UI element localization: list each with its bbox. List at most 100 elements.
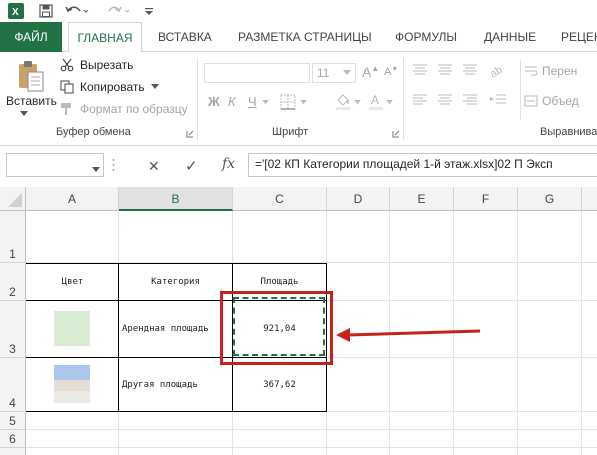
color-swatch-green[interactable] <box>54 311 90 346</box>
insert-function-icon[interactable]: fx <box>222 156 235 172</box>
enter-icon[interactable]: ✓ <box>185 157 198 175</box>
format-painter-button[interactable]: Формат по образцу <box>60 100 188 118</box>
row-header-2[interactable]: 2 <box>0 263 26 301</box>
column-header-e[interactable]: E <box>390 187 454 211</box>
undo-icon[interactable] <box>64 2 90 20</box>
redo-icon[interactable] <box>106 2 132 20</box>
column-header-b[interactable]: B <box>119 187 233 211</box>
column-header-h[interactable] <box>582 187 597 211</box>
paste-icon[interactable] <box>12 58 48 94</box>
area-cell[interactable]: 367,62 <box>233 358 326 411</box>
row-header-4[interactable]: 4 <box>0 358 26 412</box>
column-header-g[interactable]: G <box>518 187 582 211</box>
font-launcher-icon[interactable] <box>392 130 400 138</box>
excel-logo-icon: X <box>6 2 26 20</box>
align-right-icon[interactable] <box>461 92 479 108</box>
tab-formulas[interactable]: ФОРМУЛЫ <box>395 22 457 52</box>
paste-dropdown-icon[interactable] <box>20 110 28 118</box>
orientation-icon[interactable]: ab <box>488 62 508 78</box>
underline-dropdown-icon[interactable] <box>262 100 269 105</box>
row-header-5[interactable]: 5 <box>0 412 26 430</box>
wrap-text-button[interactable]: Перен <box>524 64 577 78</box>
gridline <box>26 447 597 448</box>
customize-qat-icon[interactable] <box>142 2 156 20</box>
tab-page-layout[interactable]: РАЗМЕТКА СТРАНИЦЫ <box>238 22 372 52</box>
tab-review[interactable]: РЕЦЕН <box>561 22 597 52</box>
font-size-box[interactable]: 11 <box>312 63 356 83</box>
gridline <box>517 211 518 455</box>
ribbon-tabs: ФАЙЛ ГЛАВНАЯ ВСТАВКА РАЗМЕТКА СТРАНИЦЫ Ф… <box>0 22 597 53</box>
paintbrush-icon <box>60 102 76 116</box>
highlight-box <box>220 291 333 365</box>
borders-dropdown-icon[interactable] <box>300 100 307 105</box>
alignment-group-label: Выравнива <box>540 126 597 138</box>
align-left-icon[interactable] <box>411 92 429 108</box>
save-icon[interactable] <box>36 2 56 20</box>
table-header-category[interactable]: Категория <box>119 264 232 300</box>
grow-font-label: A <box>362 64 372 80</box>
font-color-icon[interactable]: A <box>368 92 384 110</box>
shrink-font-button[interactable]: A ▼ <box>384 66 398 79</box>
row-header-6[interactable]: 6 <box>0 430 26 448</box>
column-header-d[interactable]: D <box>327 187 390 211</box>
grow-font-button[interactable]: A ▲ <box>362 64 379 81</box>
align-top-icon[interactable] <box>411 62 429 78</box>
color-swatch-multi[interactable] <box>54 365 90 403</box>
tab-data[interactable]: ДАННЫЕ <box>484 22 536 52</box>
font-name-box[interactable] <box>204 63 310 83</box>
select-all-corner[interactable] <box>0 187 26 211</box>
column-header-c[interactable]: C <box>233 187 327 211</box>
fill-color-icon[interactable] <box>334 92 352 110</box>
font-color-dropdown-icon[interactable] <box>386 100 393 105</box>
copy-icon <box>60 80 76 94</box>
row-header-7[interactable] <box>0 448 26 455</box>
format-painter-label: Формат по образцу <box>80 102 188 116</box>
italic-button[interactable]: К <box>228 94 236 109</box>
name-box-dropdown-icon[interactable] <box>92 162 100 176</box>
bold-button[interactable]: Ж <box>208 94 220 109</box>
wrap-text-label: Перен <box>542 64 578 78</box>
formula-input[interactable]: ='[02 КП Категории площадей 1-й этаж.xls… <box>248 153 597 177</box>
worksheet-grid: A B C D E F G 1 2 3 4 5 6 Цвет Категория… <box>0 187 597 455</box>
gridline <box>581 211 582 455</box>
name-box[interactable] <box>6 153 104 177</box>
fill-color-dropdown-icon[interactable] <box>354 100 361 105</box>
merge-button[interactable]: Объед <box>524 94 579 108</box>
ribbon-separator <box>197 58 198 140</box>
column-header-a[interactable]: A <box>26 187 119 211</box>
tab-file[interactable]: ФАЙЛ <box>0 22 62 52</box>
align-middle-icon[interactable] <box>436 62 454 78</box>
copy-dropdown-icon[interactable] <box>150 84 159 90</box>
row-header-3[interactable]: 3 <box>0 301 26 358</box>
column-header-f[interactable]: F <box>454 187 518 211</box>
wrap-text-icon <box>524 64 542 78</box>
ribbon-separator <box>520 60 521 120</box>
tab-insert[interactable]: ВСТАВКА <box>158 22 212 52</box>
svg-text:ab: ab <box>488 64 505 78</box>
merge-label: Объед <box>542 94 579 108</box>
gridline <box>26 429 597 430</box>
annotation-arrow-icon <box>336 328 481 342</box>
row-header-1[interactable]: 1 <box>0 211 26 263</box>
cut-button[interactable]: Вырезать <box>60 56 133 74</box>
merge-icon <box>524 94 542 108</box>
cancel-icon[interactable]: ✕ <box>148 158 160 175</box>
paste-button[interactable]: Вставить <box>6 94 57 108</box>
clipboard-launcher-icon[interactable] <box>186 130 194 138</box>
swatch-blue <box>54 365 90 380</box>
copy-button[interactable]: Копировать <box>60 78 159 96</box>
ribbon: Вставить Вырезать Копировать Формат по о… <box>0 52 597 146</box>
align-center-icon[interactable] <box>436 92 454 108</box>
shrink-font-label: A <box>384 66 392 78</box>
align-bottom-icon[interactable] <box>461 62 479 78</box>
category-cell[interactable]: Другая площадь <box>122 358 232 411</box>
formula-bar-grip <box>112 156 115 174</box>
borders-icon[interactable] <box>280 94 296 110</box>
font-size-dropdown-icon <box>343 70 351 76</box>
tab-home[interactable]: ГЛАВНАЯ <box>68 22 142 53</box>
underline-button[interactable]: Ч <box>248 94 257 109</box>
table-header-color[interactable]: Цвет <box>27 264 118 300</box>
indent-icon[interactable] <box>488 92 508 108</box>
swatch-gray <box>54 391 90 403</box>
category-cell[interactable]: Арендная площадь <box>122 301 232 357</box>
